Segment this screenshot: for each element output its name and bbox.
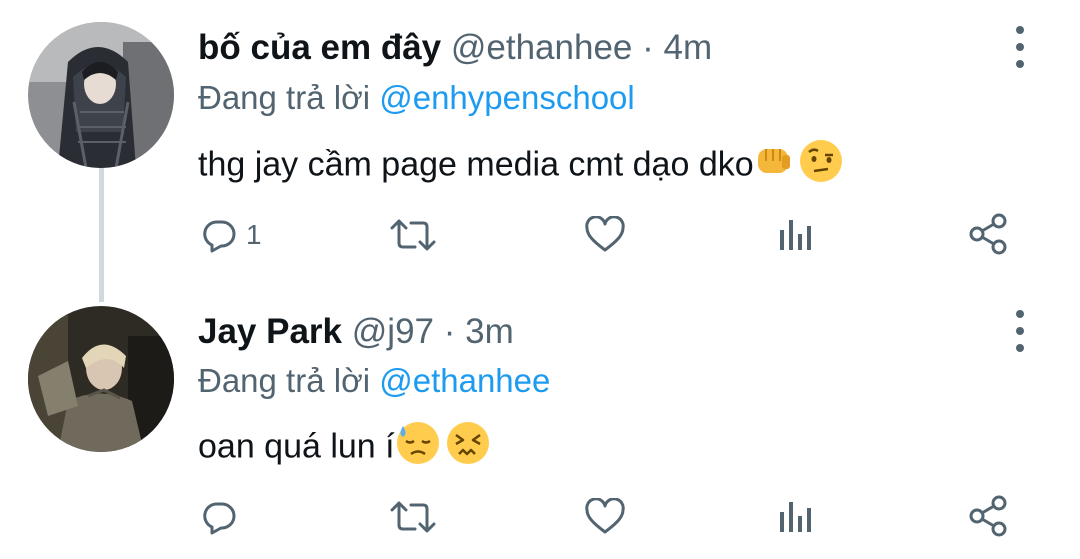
avatar[interactable]	[28, 306, 174, 452]
analytics-button[interactable]	[778, 498, 814, 536]
reply-button[interactable]: 1	[200, 216, 262, 254]
tweet-text: thg jay cầm page media cmt dạo dko	[198, 138, 844, 195]
separator-dot: ·	[642, 28, 654, 67]
retweet-button[interactable]	[388, 216, 438, 254]
retweet-button[interactable]	[388, 498, 438, 536]
retweet-icon	[390, 219, 436, 251]
user-handle[interactable]: @j97	[352, 312, 434, 351]
separator-dot: ·	[443, 312, 456, 351]
more-vertical-icon[interactable]	[1010, 310, 1030, 352]
replying-to-label: Đang trả lời	[198, 79, 371, 116]
more-vertical-icon[interactable]	[1010, 26, 1030, 68]
display-name[interactable]: bố của em đây	[198, 28, 441, 67]
reply-icon	[203, 502, 236, 535]
reply-icon	[203, 220, 236, 253]
like-icon	[585, 216, 625, 252]
reply-count: 1	[246, 219, 262, 250]
tweet-text-content: thg jay cầm page media cmt dạo dko	[198, 145, 754, 184]
timestamp[interactable]: 3m	[465, 312, 514, 351]
replying-to-mention[interactable]: @ethanhee	[379, 362, 550, 399]
oncoming-fist-icon	[754, 141, 794, 192]
reply-button[interactable]	[200, 498, 246, 536]
downcast-face-with-sweat-icon	[395, 420, 441, 477]
replying-to-label: Đang trả lời	[198, 362, 371, 399]
like-button[interactable]	[584, 216, 626, 254]
display-name[interactable]: Jay Park	[198, 312, 342, 351]
tweet-header: Jay Park @j97 · 3m	[198, 310, 514, 354]
retweet-icon	[390, 501, 436, 533]
timestamp[interactable]: 4m	[664, 28, 713, 67]
face-with-raised-eyebrow-icon	[798, 138, 844, 195]
user-handle[interactable]: @ethanhee	[451, 28, 633, 67]
tweet-header: bố của em đây @ethanhee · 4m	[198, 26, 712, 70]
replying-to: Đang trả lời @enhypenschool	[198, 77, 635, 119]
analytics-icon	[780, 502, 811, 532]
tweet-actions: 1	[0, 212, 1080, 262]
confounded-face-icon	[445, 420, 491, 477]
tweet-actions	[0, 494, 1080, 544]
like-icon	[585, 498, 625, 534]
analytics-icon	[780, 220, 811, 250]
share-button[interactable]	[968, 212, 1010, 256]
share-icon	[969, 213, 1007, 255]
share-icon	[969, 495, 1007, 537]
like-button[interactable]	[584, 498, 626, 536]
tweet-text-content: oan quá lun í	[198, 427, 395, 466]
tweet-text: oan quá lun í	[198, 420, 491, 477]
replying-to-mention[interactable]: @enhypenschool	[379, 79, 635, 116]
share-button[interactable]	[968, 494, 1010, 538]
analytics-button[interactable]	[778, 216, 814, 254]
avatar[interactable]	[28, 22, 174, 168]
replying-to: Đang trả lời @ethanhee	[198, 360, 550, 402]
